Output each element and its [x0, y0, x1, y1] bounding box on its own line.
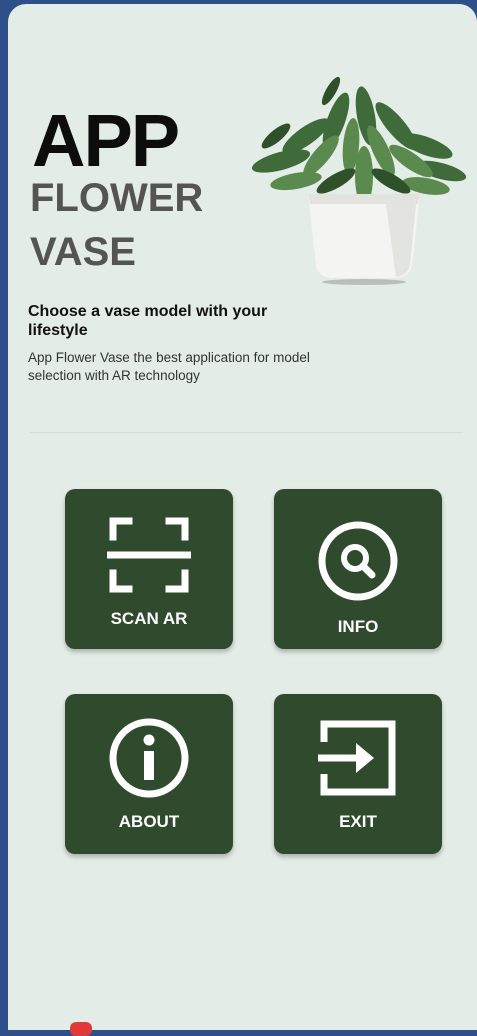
divider [30, 432, 463, 433]
search-magnifier-icon [318, 521, 398, 601]
exit-label: EXIT [339, 812, 377, 831]
exit-button[interactable]: EXIT [274, 694, 442, 854]
info-button[interactable]: INFO [274, 489, 442, 649]
potted-plant-image [251, 76, 466, 285]
scan-ar-button[interactable]: SCAN AR [65, 489, 233, 649]
app-description: App Flower Vase the best application for… [28, 350, 310, 383]
hero-title-app: APP [32, 99, 180, 182]
recording-indicator [70, 1022, 92, 1036]
info-label: INFO [337, 617, 379, 636]
app-screen: APP FLOWER VASE Choose a vase model with… [8, 4, 477, 1030]
hero-title-flower: FLOWER [30, 176, 204, 220]
scan-ar-label: SCAN AR [110, 609, 188, 628]
scan-frame-icon [107, 517, 191, 593]
exit-arrow-icon [318, 720, 396, 796]
hero-title-vase: VASE [30, 230, 136, 274]
about-label: ABOUT [118, 812, 180, 831]
tagline: Choose a vase model with your lifestyle [28, 303, 268, 340]
about-button[interactable]: ABOUT [65, 694, 233, 854]
info-circle-icon [109, 718, 189, 798]
